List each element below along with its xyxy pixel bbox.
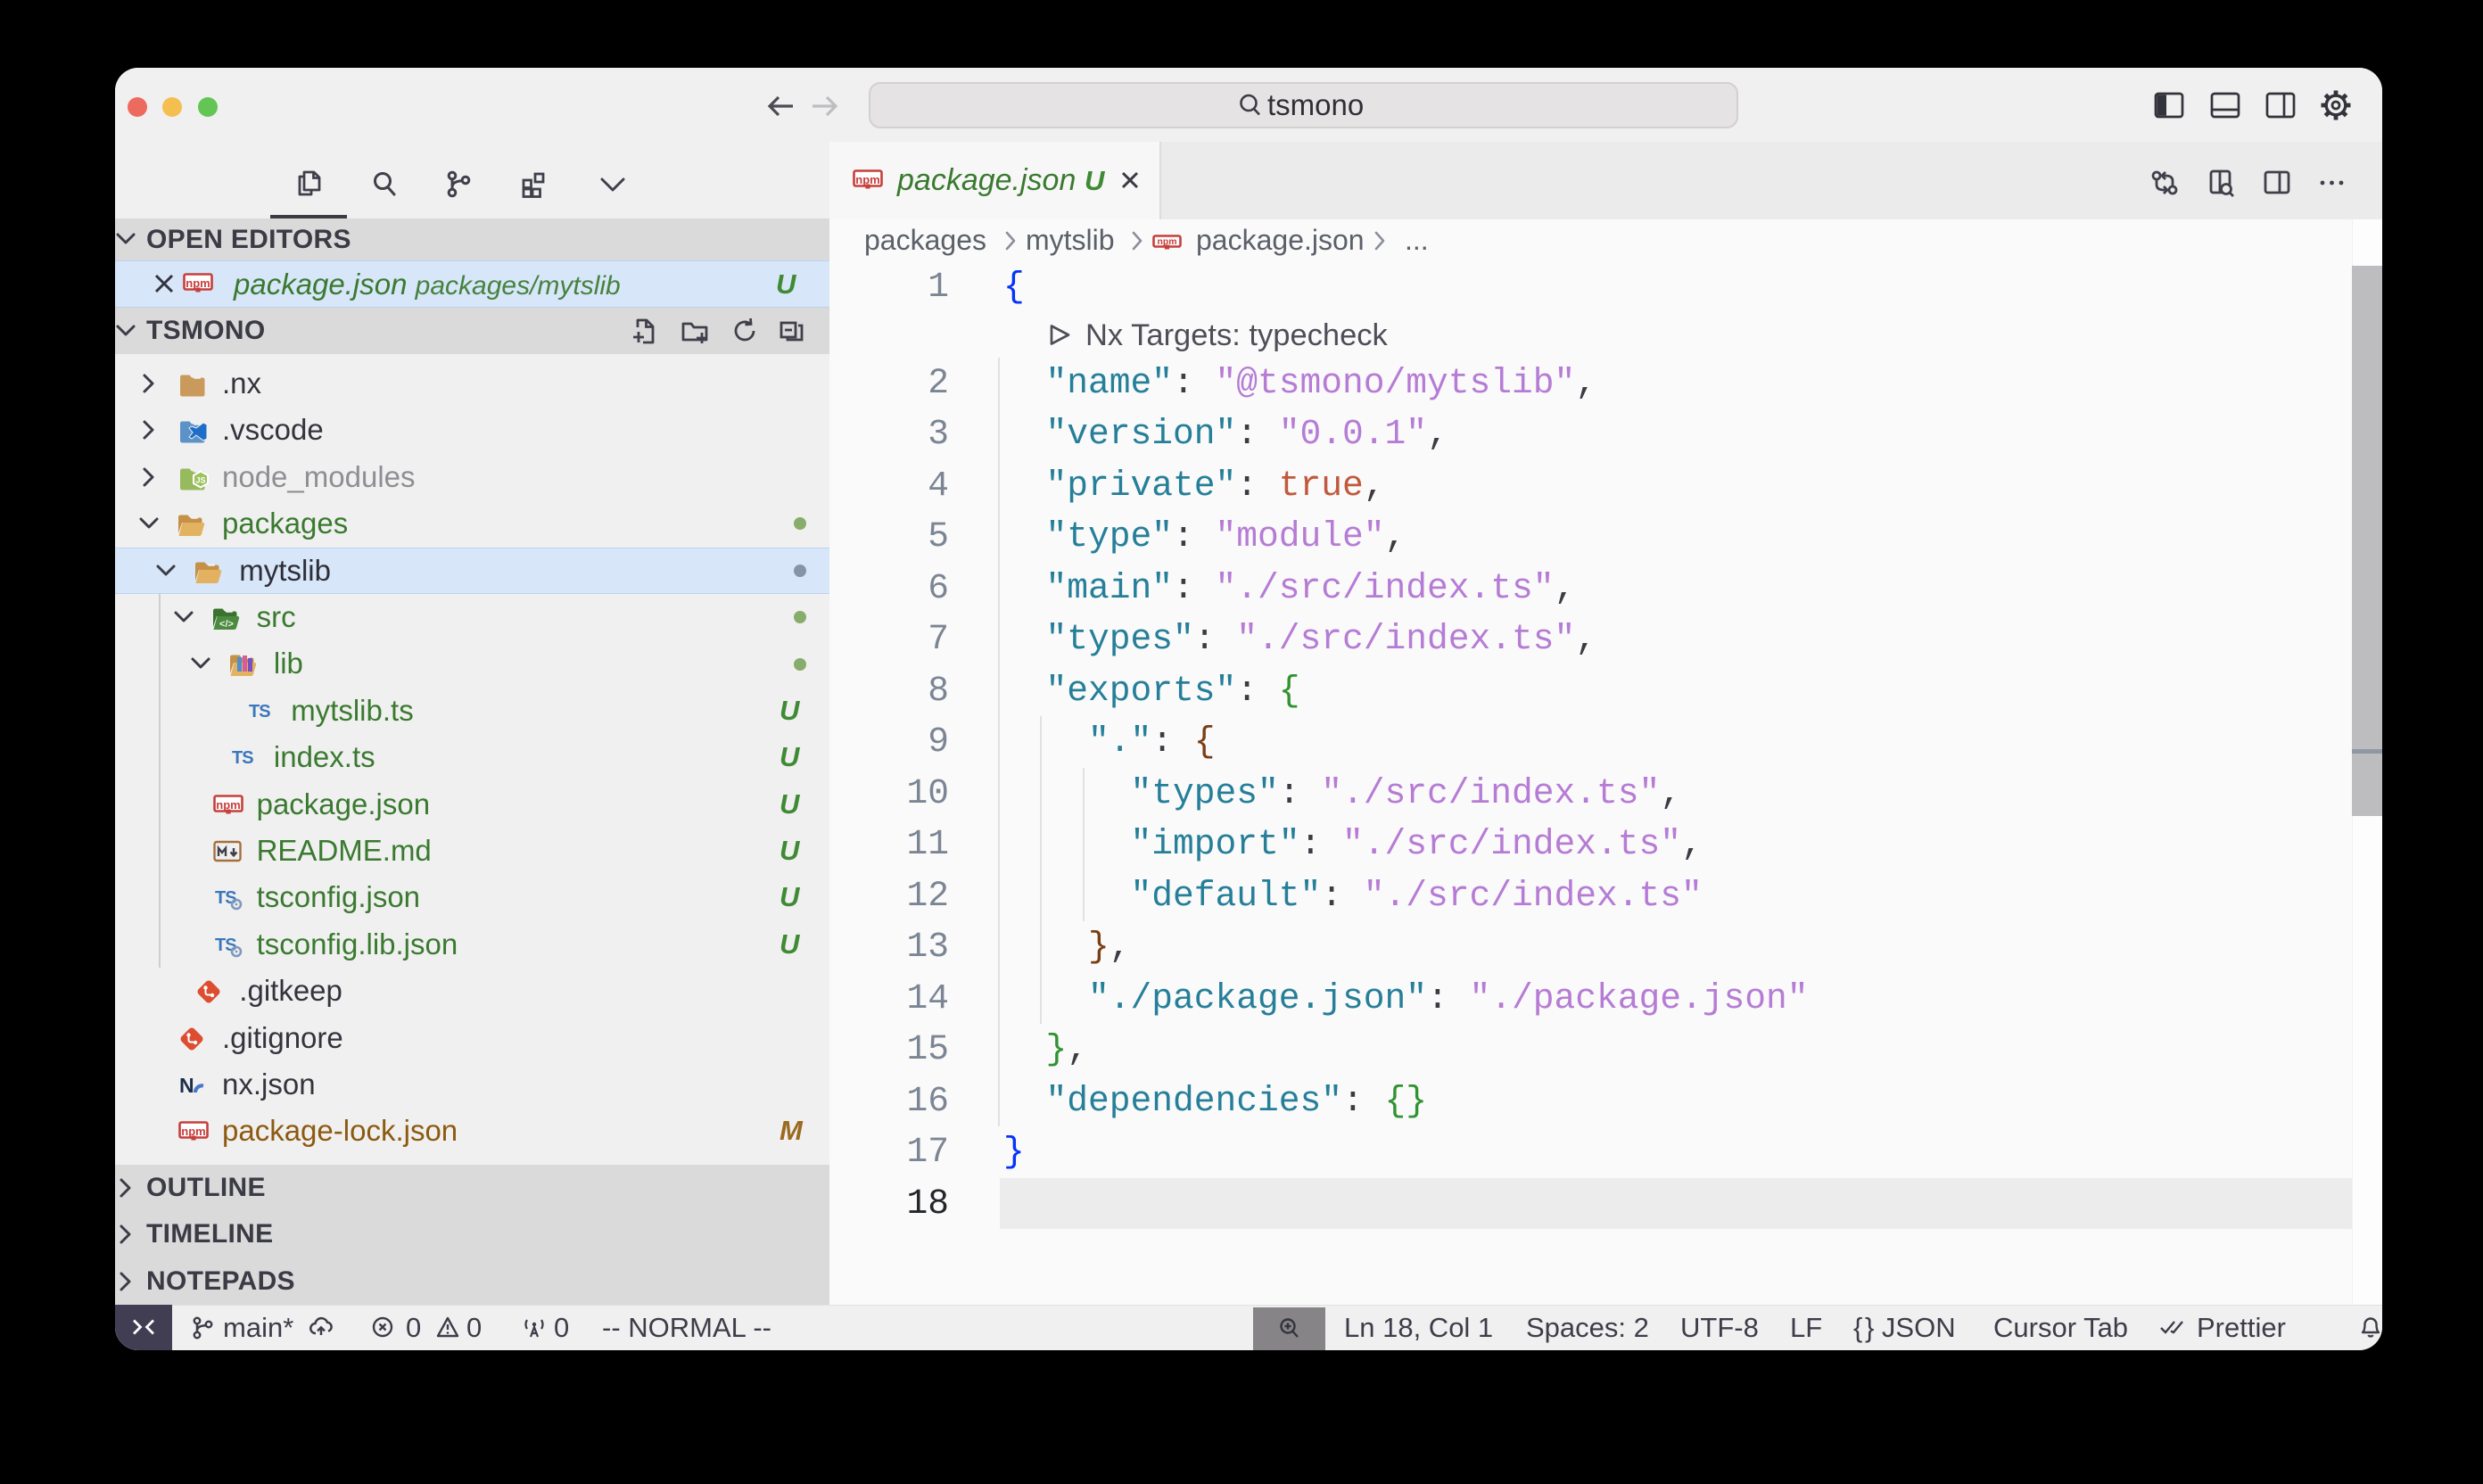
svg-text:TS: TS xyxy=(215,888,236,908)
svg-text:TS: TS xyxy=(215,936,236,955)
svg-text:TS: TS xyxy=(249,702,270,721)
svg-text:N: N xyxy=(179,1074,194,1097)
svg-text:</>: </> xyxy=(219,619,234,630)
svg-text:JS: JS xyxy=(195,475,205,484)
svg-text:TS: TS xyxy=(232,748,253,768)
